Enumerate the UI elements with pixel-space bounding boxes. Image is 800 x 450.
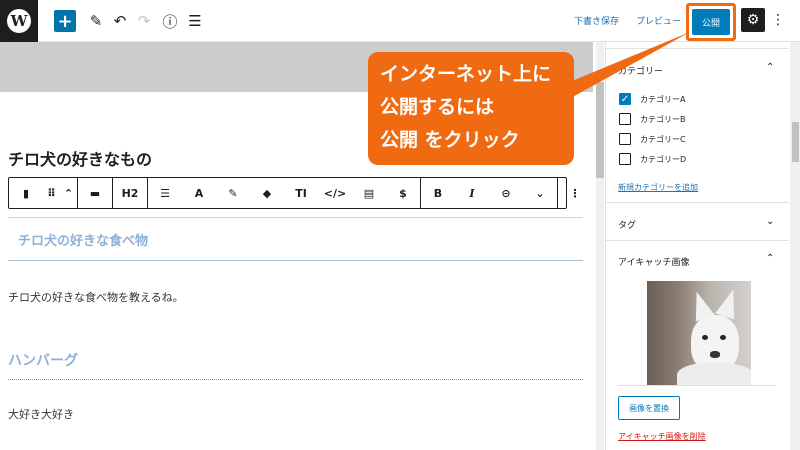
sidebar-scrollbar[interactable] xyxy=(790,42,800,450)
chevron-down-icon[interactable]: ⌄ xyxy=(766,216,774,227)
wordpress-logo-button[interactable]: W xyxy=(0,0,38,42)
tags-panel-title[interactable]: タグ xyxy=(618,218,636,231)
dog-body xyxy=(677,363,751,385)
block-toolbar-group-options: ⋮ xyxy=(558,178,592,208)
block-toolbar-group-inline: B I ⊝ ⌄ xyxy=(421,178,558,208)
paragraph-block-intro[interactable]: チロ犬の好きな食べ物を教えるね。 xyxy=(8,289,184,305)
chevron-up-icon[interactable]: ⌃ xyxy=(766,62,774,73)
text-align-icon[interactable]: ☰ xyxy=(148,178,182,208)
pen-tool-icon[interactable]: ✎ xyxy=(84,9,108,33)
block-toolbar-group-align: ▬ xyxy=(78,178,113,208)
preview-button[interactable]: プレビュー xyxy=(636,14,681,27)
dog-eye xyxy=(720,335,726,340)
block-toolbar-group-format: ☰ A ✎ ◆ TI </> ▤ $ xyxy=(148,178,421,208)
highlight-pen-icon[interactable]: ✎ xyxy=(216,178,250,208)
heading-block-food[interactable]: チロ犬の好きな食べ物 xyxy=(18,230,148,249)
sidebar-divider xyxy=(606,48,789,49)
featured-image-panel-title[interactable]: アイキャッチ画像 xyxy=(618,255,690,268)
publish-highlight-frame: 公開 xyxy=(686,3,736,41)
redo-icon[interactable]: ↷ xyxy=(132,9,156,33)
settings-gear-icon[interactable]: ⚙ xyxy=(741,8,765,32)
chevron-up-icon[interactable]: ⌃ xyxy=(766,253,774,264)
remove-featured-image-link[interactable]: アイキャッチ画像を削除 xyxy=(618,431,706,442)
replace-image-button[interactable]: 画像を置換 xyxy=(618,396,680,420)
link-icon[interactable]: ⊝ xyxy=(489,178,523,208)
add-category-link[interactable]: 新規カテゴリーを追加 xyxy=(618,182,698,193)
bold-button[interactable]: B xyxy=(421,178,455,208)
bookmark-icon[interactable]: ▮ xyxy=(9,178,43,208)
settings-sidebar: カテゴリー ⌃ ✓ カテゴリーA カテゴリーB カテゴリーC カテゴリーD 新規… xyxy=(605,42,800,450)
block-divider xyxy=(8,217,583,218)
save-draft-button[interactable]: 下書き保存 xyxy=(574,14,619,27)
move-up-down-icon[interactable]: ⌃ xyxy=(60,178,77,208)
dog-nose xyxy=(710,351,720,358)
block-toolbar-group-heading: H2 xyxy=(113,178,148,208)
categories-panel-title[interactable]: カテゴリー xyxy=(618,64,663,77)
code-icon[interactable]: </> xyxy=(318,178,352,208)
chevron-down-icon[interactable]: ⌄ xyxy=(523,178,557,208)
editor-header: W + ✎ ↶ ↷ ⓘ ☰ 下書き保存 プレビュー 公開 ⚙ ⋮ xyxy=(0,0,800,42)
editor-scrollbar-thumb[interactable] xyxy=(596,82,604,178)
category-item-c[interactable]: カテゴリーC xyxy=(619,133,686,145)
document-icon[interactable]: ▤ xyxy=(352,178,386,208)
drag-handle-icon[interactable]: ⠿ xyxy=(43,178,60,208)
category-checkbox[interactable] xyxy=(619,153,631,165)
font-icon[interactable]: A xyxy=(182,178,216,208)
publish-button[interactable]: 公開 xyxy=(692,9,730,35)
category-label: カテゴリーA xyxy=(640,94,686,104)
wordpress-icon: W xyxy=(7,9,31,33)
category-checkbox[interactable] xyxy=(619,133,631,145)
heading-block-hamburg[interactable]: ハンバーグ xyxy=(8,350,78,370)
category-label: カテゴリーB xyxy=(640,114,686,124)
block-toolbar-group-move: ▮ ⠿ ⌃ xyxy=(9,178,78,208)
block-align-icon[interactable]: ▬ xyxy=(78,178,112,208)
block-toolbar: ▮ ⠿ ⌃ ▬ H2 ☰ A ✎ ◆ TI </> ▤ $ B I ⊝ ⌄ ⋮ xyxy=(8,177,581,209)
heading-underline xyxy=(8,260,583,261)
category-label: カテゴリーC xyxy=(640,134,686,144)
dog-eye xyxy=(702,335,708,340)
undo-icon[interactable]: ↶ xyxy=(108,9,132,33)
instruction-callout: インターネット上に 公開するには 公開 をクリック xyxy=(368,52,574,165)
more-options-icon[interactable]: ⋮ xyxy=(770,8,786,32)
italic-button[interactable]: I xyxy=(455,178,489,208)
text-size-icon[interactable]: TI xyxy=(284,178,318,208)
info-icon[interactable]: ⓘ xyxy=(158,9,182,33)
category-item-b[interactable]: カテゴリーB xyxy=(619,113,686,125)
callout-line-1: インターネット上に xyxy=(380,63,552,85)
callout-line-3: 公開 をクリック xyxy=(380,129,520,151)
add-block-button[interactable]: + xyxy=(54,10,76,32)
editor-scrollbar[interactable] xyxy=(596,42,604,450)
callout-line-2: 公開するには xyxy=(380,96,495,118)
image-divider xyxy=(618,385,776,386)
dollar-icon[interactable]: $ xyxy=(386,178,420,208)
category-checkbox[interactable] xyxy=(619,113,631,125)
paragraph-block-love[interactable]: 大好き大好き xyxy=(8,406,74,422)
category-label: カテゴリーD xyxy=(640,154,687,164)
featured-image-thumbnail[interactable] xyxy=(647,281,751,385)
sidebar-divider xyxy=(606,240,789,241)
post-title[interactable]: チロ犬の好きなもの xyxy=(8,146,152,170)
sidebar-scrollbar-thumb[interactable] xyxy=(792,122,799,162)
category-item-a[interactable]: ✓ カテゴリーA xyxy=(619,93,685,105)
category-checkbox[interactable]: ✓ xyxy=(619,93,631,105)
sidebar-divider xyxy=(606,202,789,203)
block-options-icon[interactable]: ⋮ xyxy=(558,178,592,208)
tag-icon[interactable]: ◆ xyxy=(250,178,284,208)
heading-dotted-underline xyxy=(8,379,583,380)
checkmark-icon: ✓ xyxy=(620,93,630,105)
category-item-d[interactable]: カテゴリーD xyxy=(619,153,686,165)
heading-level-button[interactable]: H2 xyxy=(113,178,147,208)
list-view-icon[interactable]: ☰ xyxy=(183,9,207,33)
